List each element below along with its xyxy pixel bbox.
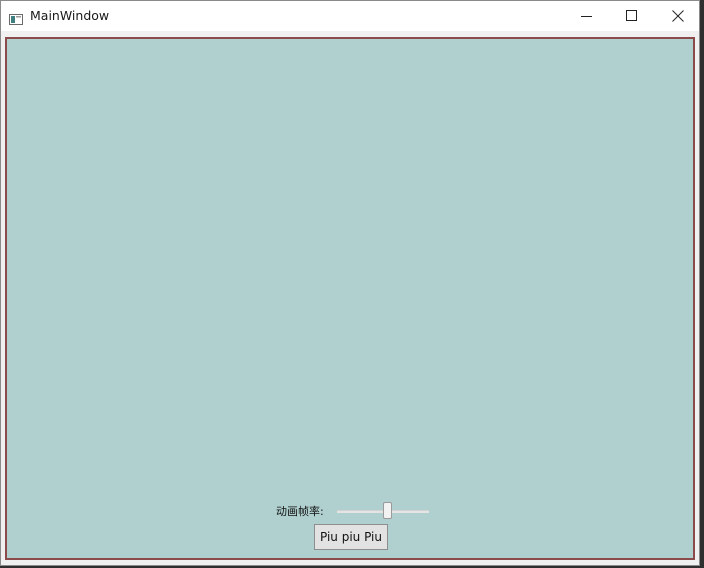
app-window-icon (9, 10, 23, 25)
close-button[interactable] (655, 1, 701, 31)
minimize-button[interactable] (564, 1, 610, 31)
close-icon (672, 10, 684, 22)
maximize-icon (626, 10, 638, 22)
slider-thumb[interactable] (383, 502, 392, 519)
fps-label: 动画帧率: (276, 505, 324, 518)
main-window: MainWindow 动画帧率: Piu piu Piu (0, 0, 700, 566)
animation-canvas: 动画帧率: Piu piu Piu (5, 37, 695, 560)
minimize-icon (581, 10, 593, 22)
maximize-button[interactable] (609, 1, 655, 31)
window-title: MainWindow (30, 8, 110, 23)
fps-slider[interactable] (337, 501, 429, 521)
title-bar[interactable]: MainWindow (1, 1, 699, 31)
piu-button[interactable]: Piu piu Piu (314, 524, 388, 550)
